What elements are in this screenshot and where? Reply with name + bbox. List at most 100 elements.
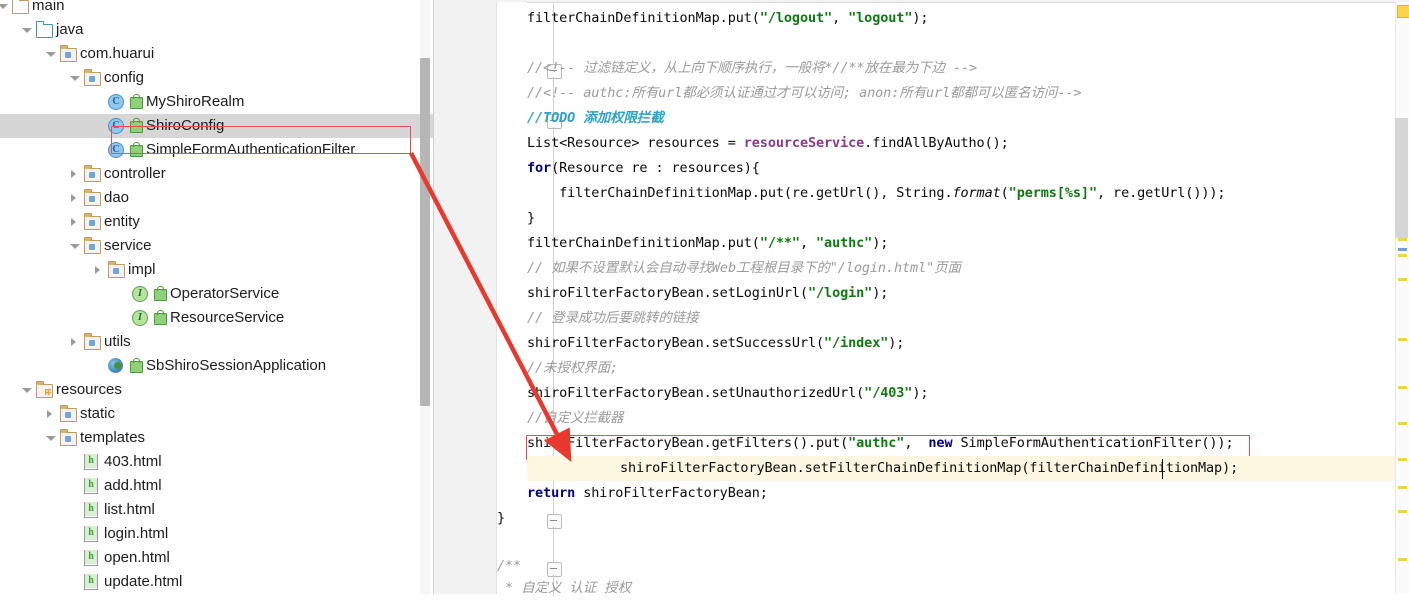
code-line[interactable]: // 如果不设置默认会自动寻找Web工程根目录下的"/login.html"页面: [527, 256, 961, 281]
tree-item-open-html[interactable]: open.html: [0, 546, 434, 570]
warning-marker[interactable]: [1398, 254, 1407, 257]
warning-marker[interactable]: [1398, 422, 1407, 425]
code-token: ,: [904, 435, 929, 451]
warning-marker[interactable]: [1398, 278, 1407, 281]
tree-item-resources[interactable]: resources: [0, 378, 434, 402]
code-token: for: [527, 160, 552, 176]
editor-marker-bar[interactable]: [1395, 2, 1409, 594]
chevron-right-icon[interactable]: [46, 402, 58, 426]
tree-item-sbshirosessionapplication[interactable]: SbShiroSessionApplication: [0, 354, 434, 378]
code-token: // 如果不设置默认会自动寻找Web工程根目录下的"/login.html"页面: [527, 260, 961, 276]
editor-scrollbar-thumb[interactable]: [1395, 118, 1408, 238]
tree-item-java[interactable]: java: [0, 18, 434, 42]
tree-item-main[interactable]: main: [0, 0, 434, 18]
tree-item-login-html[interactable]: login.html: [0, 522, 434, 546]
code-line[interactable]: List<Resource> resources = resourceServi…: [527, 131, 1009, 156]
tree-scrollbar[interactable]: [420, 0, 430, 594]
code-line[interactable]: shiroFilterFactoryBean.getFilters().put(…: [527, 431, 1234, 456]
chevron-down-icon[interactable]: [22, 378, 34, 402]
tree-item-config[interactable]: config: [0, 66, 434, 90]
code-line[interactable]: shiroFilterFactoryBean.setFilterChainDef…: [527, 456, 1409, 481]
tree-item-update-html[interactable]: update.html: [0, 570, 434, 594]
code-line[interactable]: shiroFilterFactoryBean.setLoginUrl("/log…: [527, 281, 888, 306]
editor-gutter[interactable]: [434, 2, 497, 594]
code-line[interactable]: for(Resource re : resources){: [527, 156, 760, 181]
tree-item-utils[interactable]: utils: [0, 330, 434, 354]
tree-item-controller[interactable]: controller: [0, 162, 434, 186]
warning-marker[interactable]: [1398, 458, 1407, 461]
html-file-icon: [84, 574, 100, 590]
warning-marker[interactable]: [1398, 510, 1407, 513]
warning-marker[interactable]: [1398, 486, 1407, 489]
chevron-down-icon[interactable]: [46, 42, 58, 66]
tree-item-list-html[interactable]: list.html: [0, 498, 434, 522]
code-line[interactable]: //TODO 添加权限拦截: [527, 106, 664, 131]
code-line[interactable]: }: [497, 506, 505, 531]
chevron-down-icon[interactable]: [70, 66, 82, 90]
chevron-right-icon[interactable]: [70, 186, 82, 210]
tree-item-service[interactable]: service: [0, 234, 434, 258]
package-folder-icon: [84, 189, 101, 206]
tree-item-resourceservice[interactable]: I ResourceService: [0, 306, 434, 330]
warning-marker[interactable]: [1398, 238, 1407, 241]
code-line[interactable]: * 自定义 认证 授权: [497, 576, 631, 601]
tree-item-label: SimpleFormAuthenticationFilter: [146, 141, 356, 158]
tree-item-com-huarui[interactable]: com.huarui: [0, 42, 434, 66]
tree-item-dao[interactable]: dao: [0, 186, 434, 210]
project-tree-panel[interactable]: main java com.huarui config C MyShiroRealm C Sh…: [0, 0, 434, 594]
chevron-right-icon[interactable]: [70, 162, 82, 186]
chevron-right-icon[interactable]: [94, 258, 106, 282]
code-token: .findAllByAutho();: [864, 135, 1009, 151]
code-line[interactable]: //自定义拦截器: [527, 406, 624, 431]
code-line[interactable]: filterChainDefinitionMap.put("/**", "aut…: [527, 231, 888, 256]
code-editor[interactable]: filterChainDefinitionMap.put("/logout", …: [434, 0, 1409, 596]
code-line[interactable]: //<!-- authc:所有url都必须认证通过才可以访问; anon:所有u…: [527, 81, 1082, 106]
tree-item-operatorservice[interactable]: I OperatorService: [0, 282, 434, 306]
tree-item-403-html[interactable]: 403.html: [0, 450, 434, 474]
chevron-right-icon[interactable]: [70, 210, 82, 234]
tree-item-simpleformauthenticationfilter[interactable]: C SimpleFormAuthenticationFilter: [0, 138, 434, 162]
code-line[interactable]: return shiroFilterFactoryBean;: [527, 481, 768, 506]
tree-item-label: resources: [56, 381, 122, 398]
chevron-down-icon[interactable]: [46, 426, 58, 450]
code-token: "authc": [848, 435, 905, 451]
tree-item-impl[interactable]: impl: [0, 258, 434, 282]
info-marker[interactable]: [1398, 248, 1407, 251]
tree-item-add-html[interactable]: add.html: [0, 474, 434, 498]
tree-scrollbar-thumb[interactable]: [420, 58, 430, 406]
chevron-down-icon[interactable]: [70, 234, 82, 258]
chevron-down-icon[interactable]: [22, 18, 34, 42]
code-token: resourceService: [743, 135, 865, 151]
warning-marker[interactable]: [1398, 386, 1407, 389]
java-class-icon: C: [108, 142, 124, 158]
tree-item-templates[interactable]: templates: [0, 426, 434, 450]
code-line[interactable]: //未授权界面;: [527, 356, 618, 381]
code-line[interactable]: shiroFilterFactoryBean.setSuccessUrl("/i…: [527, 331, 904, 356]
code-line[interactable]: shiroFilterFactoryBean.setUnauthorizedUr…: [527, 381, 929, 406]
tree-item-myshirorealm[interactable]: C MyShiroRealm: [0, 90, 434, 114]
tree-item-static[interactable]: static: [0, 402, 434, 426]
java-interface-icon: I: [132, 310, 148, 326]
tree-item-shiroconfig[interactable]: C ShiroConfig: [0, 114, 434, 138]
public-lock-icon: [128, 358, 144, 374]
chevron-down-icon[interactable]: [0, 0, 10, 18]
code-token: //<!-- 过滤链定义，从上向下顺序执行，一般将*//**放在最为下边 -->: [527, 60, 978, 76]
code-token: shiroFilterFactoryBean.setFilterChainDef…: [620, 460, 1239, 476]
code-line[interactable]: filterChainDefinitionMap.put("/logout", …: [527, 6, 929, 31]
public-lock-icon: [152, 310, 168, 326]
code-text-area[interactable]: filterChainDefinitionMap.put("/logout", …: [497, 2, 1409, 596]
warning-marker[interactable]: [1398, 558, 1407, 561]
code-token: shiroFilterFactoryBean.setLoginUrl(: [527, 285, 808, 301]
tree-item-label: static: [80, 405, 116, 422]
code-token: //未授权界面;: [527, 360, 619, 376]
chevron-right-icon[interactable]: [70, 330, 82, 354]
tree-item-entity[interactable]: entity: [0, 210, 434, 234]
code-token: );: [888, 335, 905, 351]
code-line[interactable]: }: [527, 206, 535, 231]
code-line[interactable]: // 登录成功后要跳转的链接: [527, 306, 699, 331]
code-line[interactable]: filterChainDefinitionMap.put(re.getUrl()…: [527, 181, 1225, 206]
code-line[interactable]: //<!-- 过滤链定义，从上向下顺序执行，一般将*//**放在最为下边 -->: [527, 56, 977, 81]
inspection-status-icon[interactable]: [1397, 5, 1409, 18]
public-lock-icon: [128, 142, 144, 158]
warning-marker[interactable]: [1398, 338, 1407, 341]
